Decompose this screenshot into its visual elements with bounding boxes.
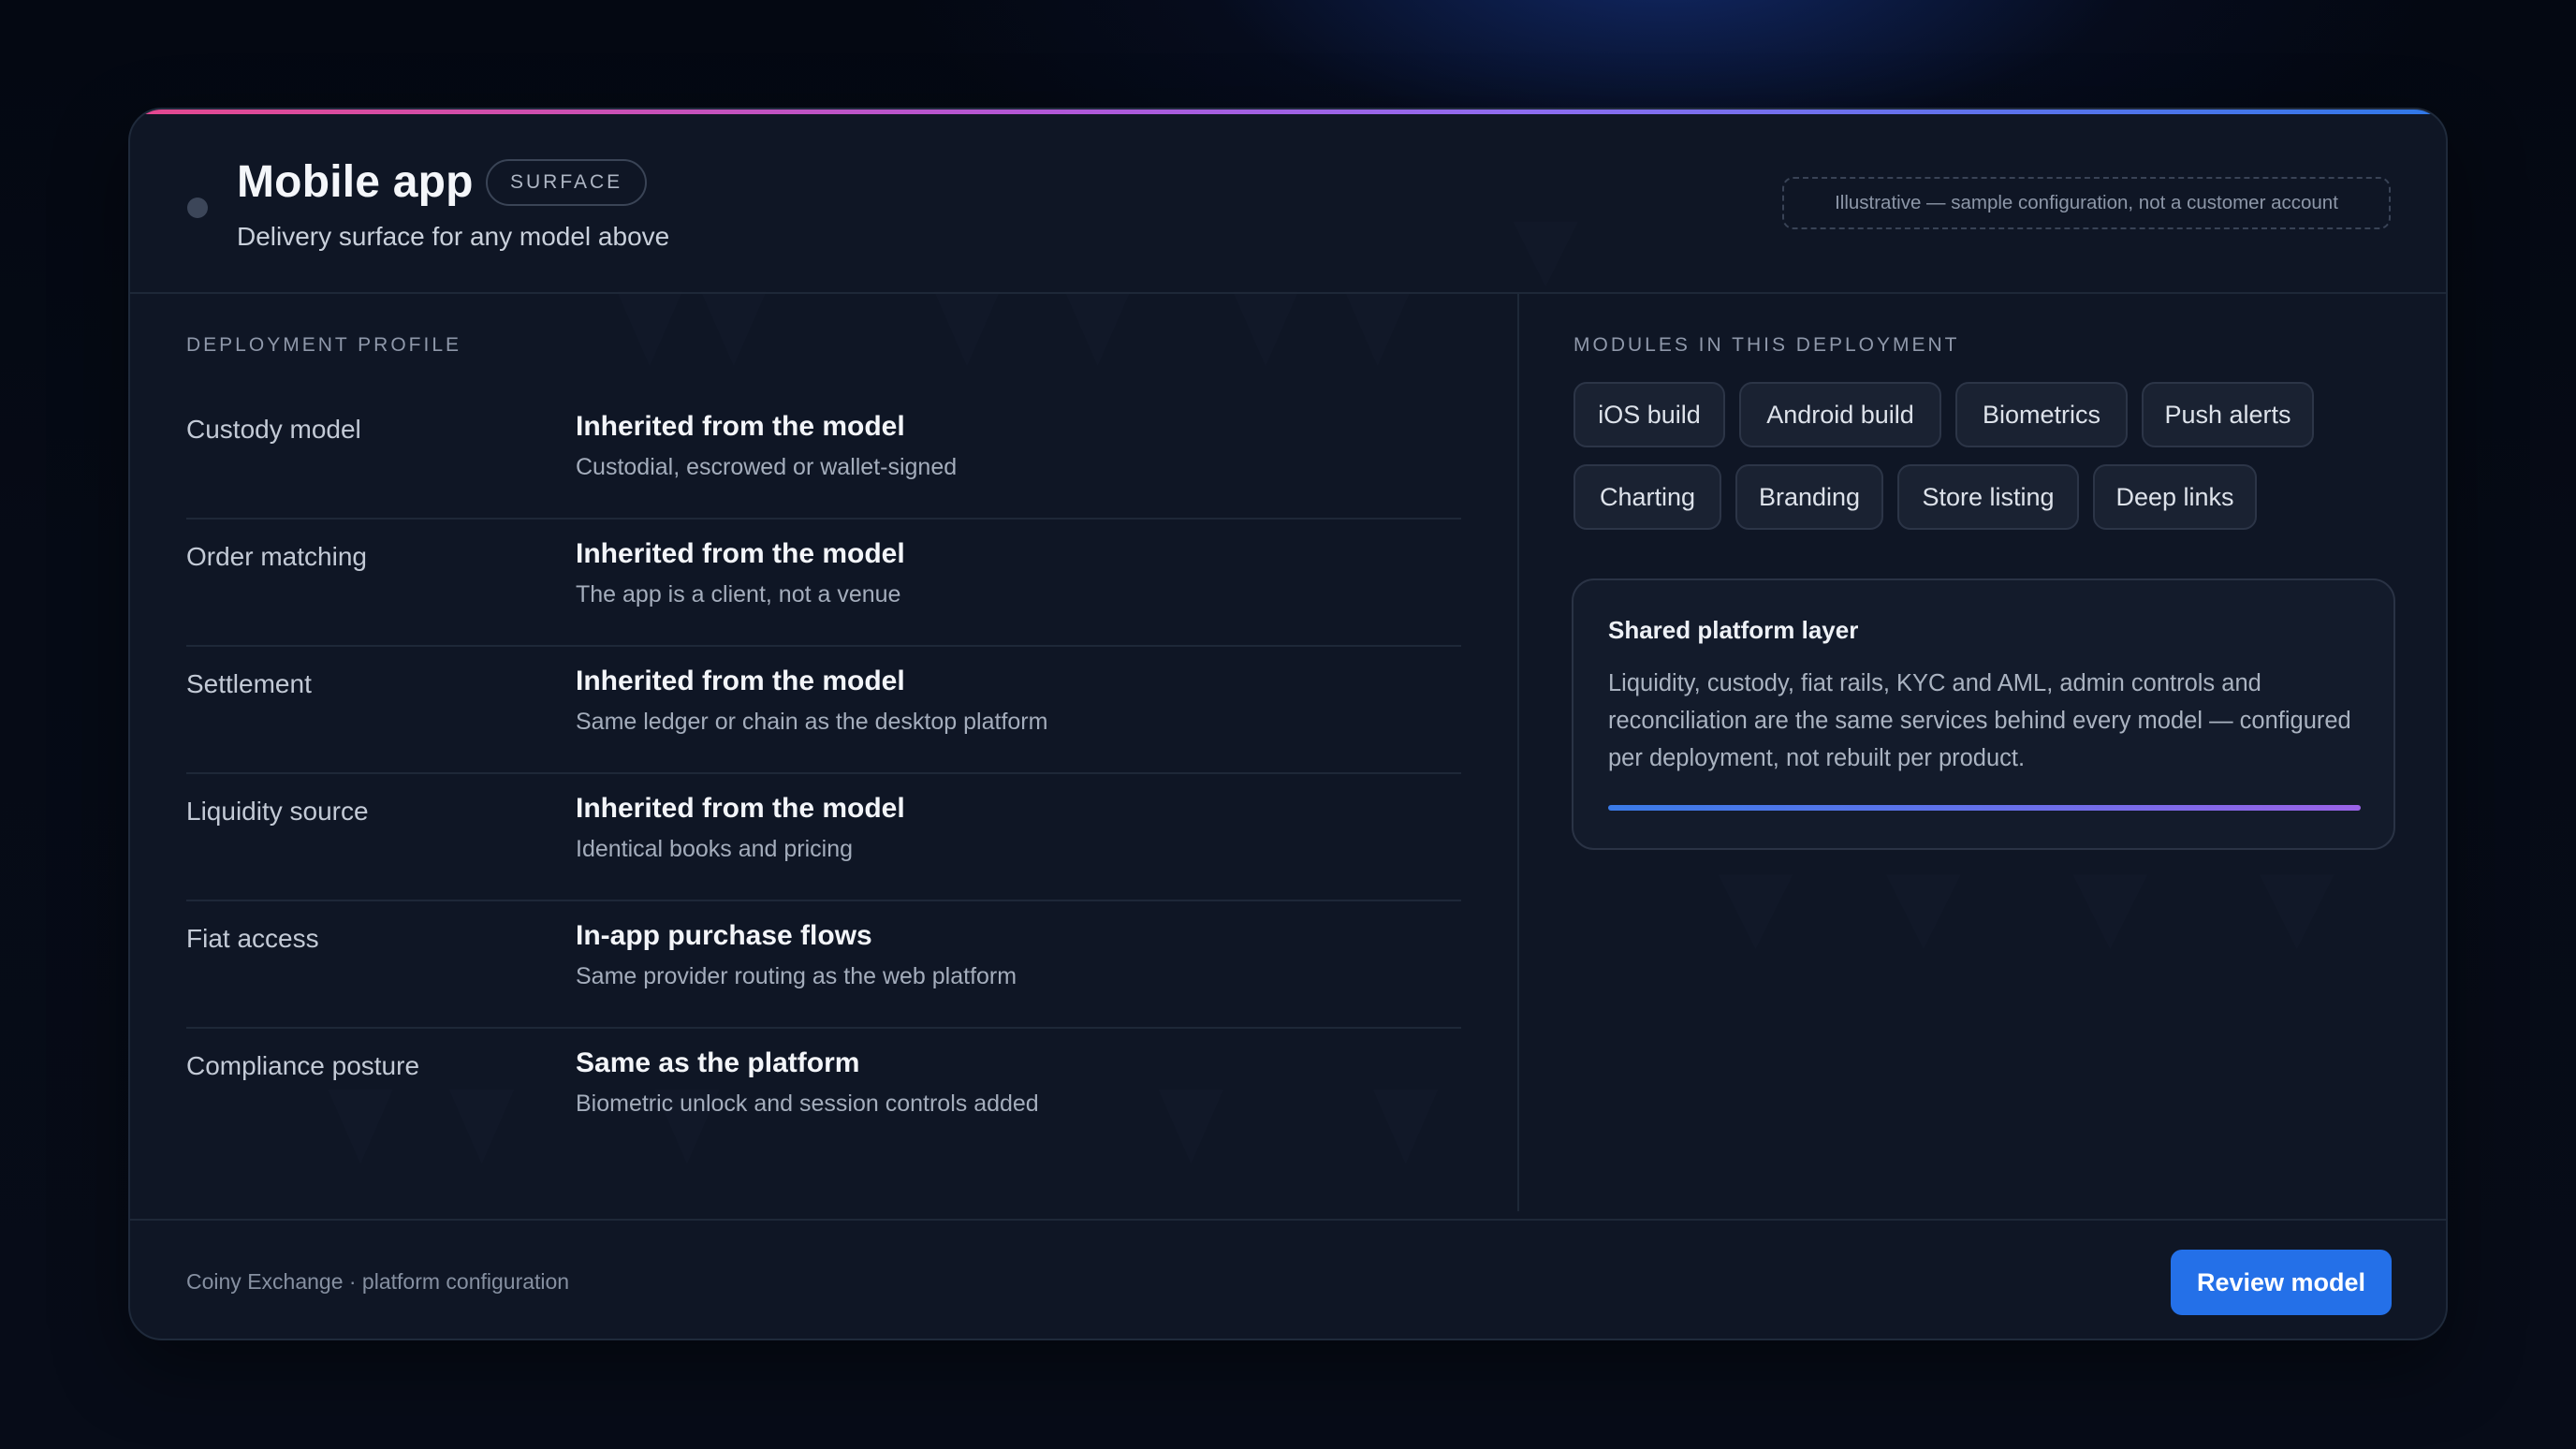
module-chip-deep-links[interactable]: Deep links [2093,464,2257,530]
illustrative-note: Illustrative — sample configuration, not… [1782,177,2391,229]
deployment-profile-heading: DEPLOYMENT PROFILE [186,334,462,356]
card-header: Mobile app SURFACE Delivery surface for … [130,110,2446,294]
page-subtitle: Delivery surface for any model above [237,222,670,251]
profile-row-label: Order matching [186,542,367,571]
surface-badge: SURFACE [486,159,648,206]
profile-row-label: Settlement [186,669,312,698]
profile-row-custody-model: Custody model Inherited from the model C… [186,392,1461,520]
profile-row-value: Inherited from the model [576,793,905,824]
profile-row-value: In-app purchase flows [576,920,872,951]
card-footer: Coiny Exchange · platform configuration … [130,1219,2446,1339]
review-model-button[interactable]: Review model [2171,1250,2392,1315]
deployment-profile-panel: DEPLOYMENT PROFILE Custody model Inherit… [130,294,1519,1211]
shared-layer-body: Liquidity, custody, fiat rails, KYC and … [1608,670,2351,771]
profile-row-description: Same provider routing as the web platfor… [576,963,1017,989]
modules-heading: MODULES IN THIS DEPLOYMENT [1573,334,1960,356]
profile-row-liquidity-source: Liquidity source Inherited from the mode… [186,774,1461,901]
shared-platform-layer-card: Shared platform layer Liquidity, custody… [1572,578,2395,850]
deployment-profile-list: Custody model Inherited from the model C… [186,392,1461,1154]
profile-row-value: Inherited from the model [576,411,905,442]
module-chip-ios-build[interactable]: iOS build [1573,382,1725,447]
profile-row-label: Fiat access [186,924,319,953]
shared-layer-gradient-bar [1608,805,2361,811]
profile-row-description: Biometric unlock and session controls ad… [576,1090,1039,1117]
profile-row-label: Custody model [186,415,361,444]
profile-row-order-matching: Order matching Inherited from the model … [186,520,1461,647]
module-chip-biometrics[interactable]: Biometrics [1955,382,2128,447]
module-chip-android-build[interactable]: Android build [1739,382,1941,447]
profile-row-value: Inherited from the model [576,538,905,569]
profile-row-description: Custodial, escrowed or wallet-signed [576,454,958,480]
module-chip-charting[interactable]: Charting [1573,464,1721,530]
module-chip-branding[interactable]: Branding [1735,464,1883,530]
shared-layer-title: Shared platform layer [1608,616,1859,644]
profile-row-value: Same as the platform [576,1047,860,1078]
status-dot-icon [187,198,208,218]
profile-row-label: Compliance posture [186,1051,420,1080]
module-chip-push-alerts[interactable]: Push alerts [2142,382,2314,447]
footer-caption: Coiny Exchange · platform configuration [186,1269,570,1294]
profile-row-value: Inherited from the model [576,666,905,696]
profile-row-compliance-posture: Compliance posture Same as the platform … [186,1029,1461,1154]
profile-row-fiat-access: Fiat access In-app purchase flows Same p… [186,901,1461,1029]
module-chip-store-listing[interactable]: Store listing [1897,464,2079,530]
profile-row-description: Identical books and pricing [576,836,854,862]
page-title: Mobile app [237,157,474,207]
profile-row-description: Same ledger or chain as the desktop plat… [576,709,1048,735]
profile-row-settlement: Settlement Inherited from the model Same… [186,647,1461,774]
profile-row-label: Liquidity source [186,797,369,826]
profile-row-description: The app is a client, not a venue [576,581,901,607]
